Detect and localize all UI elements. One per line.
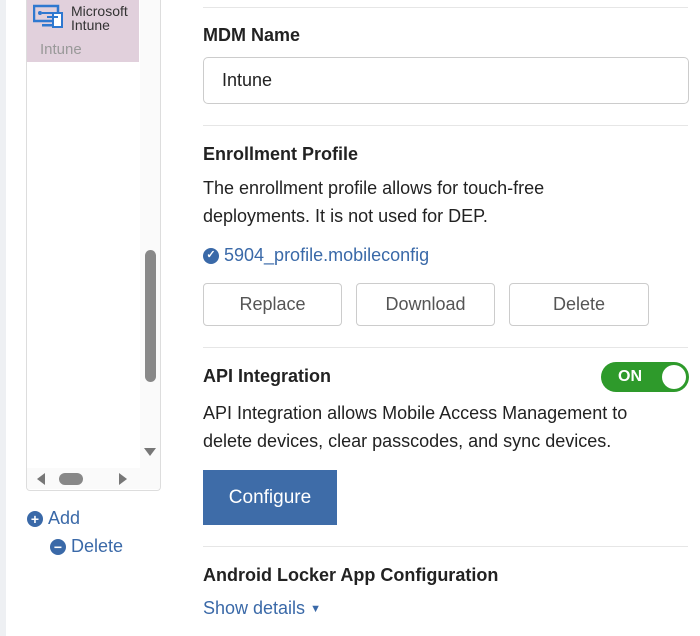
mdm-name-label: MDM Name	[203, 25, 301, 45]
download-button[interactable]: Download	[356, 283, 495, 326]
delete-label: Delete	[71, 536, 124, 556]
desc-line: deployments. It is not used for DEP.	[203, 206, 488, 226]
enrollment-profile-title: Enrollment Profile	[203, 144, 359, 164]
divider	[203, 125, 688, 126]
delete-profile-button[interactable]: Delete	[509, 283, 649, 326]
add-label: Add	[48, 508, 81, 528]
configure-button[interactable]: Configure	[203, 470, 337, 525]
horizontal-scroll-thumb[interactable]	[59, 473, 83, 485]
api-integration-title: API Integration	[203, 366, 332, 386]
divider	[203, 546, 688, 547]
scroll-down-arrow-icon[interactable]	[144, 448, 156, 456]
intune-logo-icon	[33, 4, 63, 28]
list-item-intune[interactable]: Microsoft Intune Intune	[27, 0, 139, 62]
vertical-scrollbar[interactable]	[140, 0, 160, 468]
add-button[interactable]: + Add	[27, 508, 80, 529]
android-config-title: Android Locker App Configuration	[203, 565, 499, 585]
minus-circle-icon: −	[50, 538, 66, 555]
profile-file-link[interactable]: ✓ 5904_profile.mobileconfig	[203, 245, 429, 266]
scroll-left-arrow-icon[interactable]	[37, 473, 45, 485]
item-title-line2: Intune	[71, 17, 110, 33]
desc-line: API Integration allows Mobile Access Man…	[203, 403, 628, 423]
horizontal-scrollbar[interactable]	[27, 468, 160, 489]
item-title-line1: Microsoft	[71, 3, 128, 19]
api-description: API Integration allows Mobile Access Man…	[203, 399, 693, 455]
divider	[203, 347, 688, 348]
profile-file-name: 5904_profile.mobileconfig	[224, 245, 430, 265]
api-integration-toggle[interactable]: ON	[601, 362, 689, 392]
desc-line: delete devices, clear passcodes, and syn…	[203, 431, 612, 451]
show-details-link[interactable]: Show details ▼	[203, 598, 321, 619]
scroll-right-arrow-icon[interactable]	[119, 473, 127, 485]
replace-button[interactable]: Replace	[203, 283, 342, 326]
toggle-label: ON	[618, 368, 642, 385]
mdm-name-input[interactable]	[203, 57, 689, 104]
caret-down-icon: ▼	[310, 602, 321, 615]
left-edge	[0, 0, 6, 636]
check-circle-icon: ✓	[203, 247, 219, 264]
item-subtitle: Intune	[40, 41, 82, 58]
desc-line: The enrollment profile allows for touch-…	[203, 178, 545, 198]
enrollment-description: The enrollment profile allows for touch-…	[203, 174, 693, 230]
delete-button[interactable]: − Delete	[50, 536, 123, 557]
vertical-scroll-thumb[interactable]	[145, 250, 156, 382]
mdm-list[interactable]: Microsoft Intune Intune	[26, 0, 161, 491]
divider	[203, 7, 688, 8]
toggle-knob	[662, 365, 686, 389]
show-details-label: Show details	[203, 598, 306, 618]
plus-circle-icon: +	[27, 510, 43, 527]
